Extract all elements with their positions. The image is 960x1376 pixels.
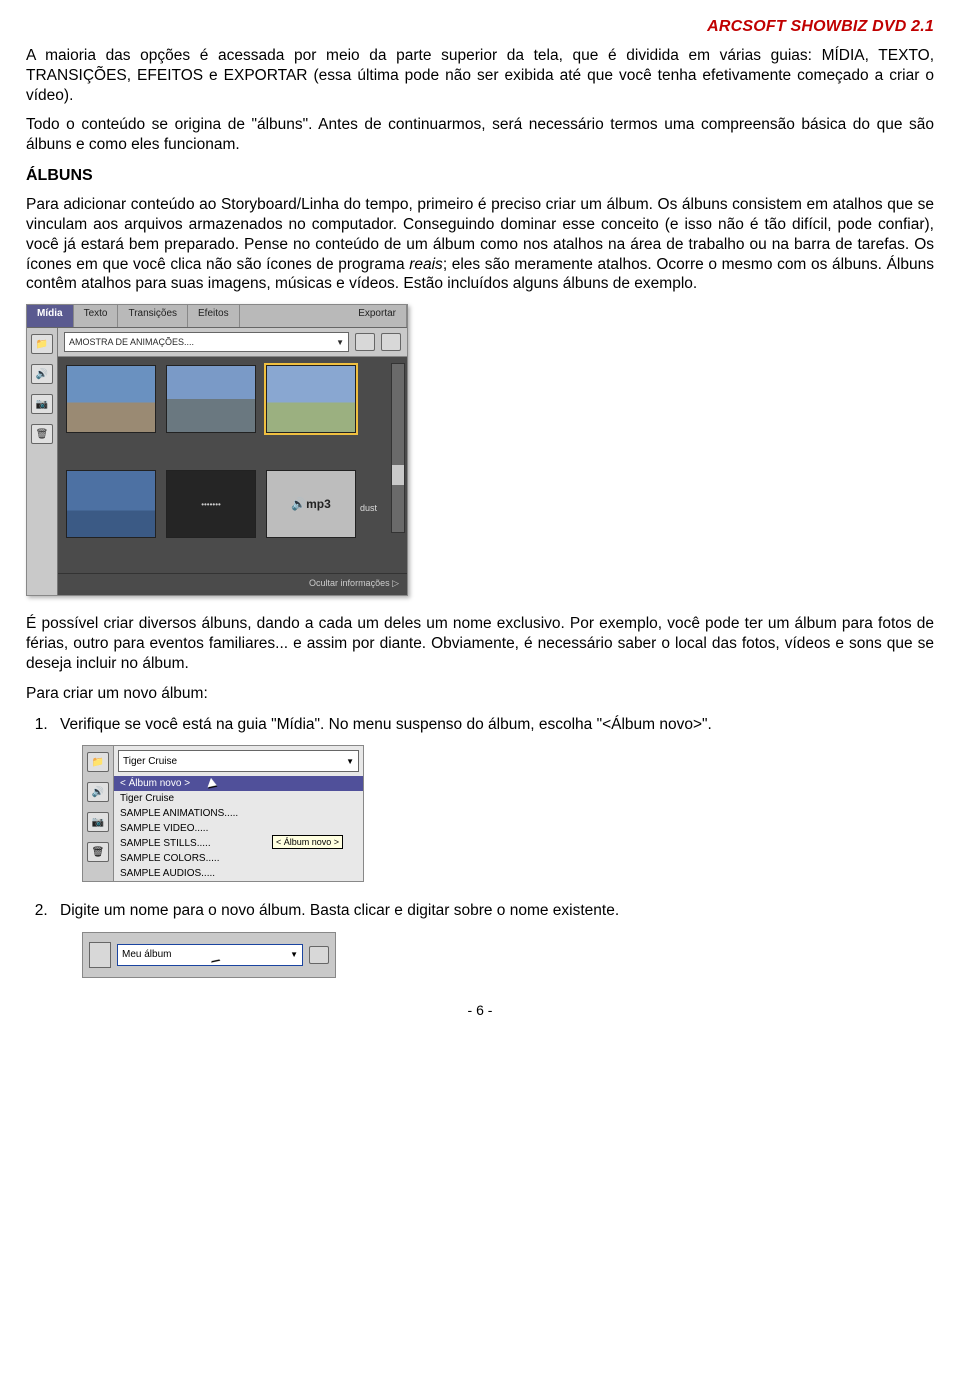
- chevron-down-icon: ▼: [290, 950, 298, 959]
- chevron-down-icon: ▼: [346, 757, 354, 766]
- thumb-audio[interactable]: 🔊 mp3: [266, 470, 356, 538]
- album-dropdown[interactable]: AMOSTRA DE ANIMAÇÕES.... ▼: [64, 332, 349, 352]
- album-dropdown-label: AMOSTRA DE ANIMAÇÕES....: [69, 337, 194, 347]
- acquire-icon[interactable]: 🔊: [87, 782, 109, 802]
- thumb-image[interactable]: [66, 470, 156, 538]
- thumb-video[interactable]: •••••••: [166, 470, 256, 538]
- open-folder-icon[interactable]: 📁: [31, 334, 53, 354]
- step-2: Digite um nome para o novo álbum. Basta …: [52, 900, 934, 922]
- after-fig1-p1: É possível criar diversos álbuns, dando …: [26, 614, 934, 673]
- figure-album-dropdown: 📁 🔊 📷 🗑 Tiger Cruise ▼ < Álbum novo > Ti…: [82, 745, 934, 882]
- figure-media-panel: Mídia Texto Transições Efeitos Exportar …: [26, 304, 934, 596]
- view-list-icon[interactable]: [355, 333, 375, 351]
- intro-paragraph-2: Todo o conteúdo se origina de "álbuns". …: [26, 115, 934, 155]
- camera-icon[interactable]: 📷: [31, 394, 53, 414]
- tab-exportar[interactable]: Exportar: [348, 305, 407, 327]
- thumb-image[interactable]: [166, 365, 256, 433]
- page-number: - 6 -: [26, 1002, 934, 1018]
- thumbnail-grid: ••••••• 🔊 mp3 dust: [58, 357, 407, 573]
- list-item-label: < Álbum novo >: [120, 778, 190, 789]
- list-item[interactable]: Tiger Cruise: [114, 791, 363, 806]
- open-folder-icon[interactable]: 📁: [87, 752, 109, 772]
- albuns-paragraph: Para adicionar conteúdo ao Storyboard/Li…: [26, 195, 934, 294]
- page-header: ARCSOFT SHOWBIZ DVD 2.1: [26, 18, 934, 36]
- intro-paragraph-1: A maioria das opções é acessada por meio…: [26, 46, 934, 105]
- album-name-value: Meu álbum: [122, 949, 171, 960]
- album-field[interactable]: Tiger Cruise ▼: [118, 750, 359, 772]
- thumb-image[interactable]: [66, 365, 156, 433]
- view-list-icon[interactable]: [309, 946, 329, 964]
- acquire-icon[interactable]: 🔊: [31, 364, 53, 384]
- chevron-down-icon: ▼: [336, 338, 344, 347]
- cursor-icon: [209, 779, 221, 793]
- thumb-image-selected[interactable]: [266, 365, 356, 433]
- open-folder-icon[interactable]: [89, 942, 111, 968]
- side-toolbar: 📁 🔊 📷 🗑: [27, 328, 58, 595]
- tab-midia[interactable]: Mídia: [27, 305, 74, 327]
- tab-transicoes[interactable]: Transições: [118, 305, 188, 327]
- list-item[interactable]: SAMPLE VIDEO..... < Álbum novo >: [114, 821, 363, 836]
- list-item[interactable]: SAMPLE COLORS.....: [114, 851, 363, 866]
- album-name-input[interactable]: Meu álbum ▼: [117, 944, 303, 966]
- delete-icon[interactable]: 🗑: [31, 424, 53, 444]
- panel-footer[interactable]: Ocultar informações ▷: [58, 573, 407, 595]
- section-heading-albuns: ÁLBUNS: [26, 167, 934, 185]
- thumb-caption: dust: [360, 503, 377, 513]
- scrollbar[interactable]: [391, 363, 405, 533]
- tab-row: Mídia Texto Transições Efeitos Exportar: [27, 305, 407, 328]
- figure-rename-field: Meu álbum ▼: [82, 932, 934, 978]
- list-item-label: SAMPLE VIDEO.....: [120, 823, 208, 834]
- view-grid-icon[interactable]: [381, 333, 401, 351]
- album-field-value: Tiger Cruise: [123, 756, 177, 767]
- after-fig1-p2: Para criar um novo álbum:: [26, 684, 934, 704]
- step-1: Verifique se você está na guia "Mídia". …: [52, 714, 934, 736]
- tab-efeitos[interactable]: Efeitos: [188, 305, 240, 327]
- delete-icon[interactable]: 🗑: [87, 842, 109, 862]
- tooltip: < Álbum novo >: [272, 835, 343, 849]
- list-item[interactable]: SAMPLE AUDIOS.....: [114, 866, 363, 881]
- camera-icon[interactable]: 📷: [87, 812, 109, 832]
- hide-info-label: Ocultar informações: [309, 578, 390, 588]
- albuns-text-italic: reais: [409, 256, 443, 273]
- mp3-label: mp3: [306, 497, 331, 511]
- list-item[interactable]: SAMPLE ANIMATIONS.....: [114, 806, 363, 821]
- tab-texto[interactable]: Texto: [74, 305, 119, 327]
- list-item-new-album[interactable]: < Álbum novo >: [114, 776, 363, 791]
- cursor-icon: [212, 953, 224, 967]
